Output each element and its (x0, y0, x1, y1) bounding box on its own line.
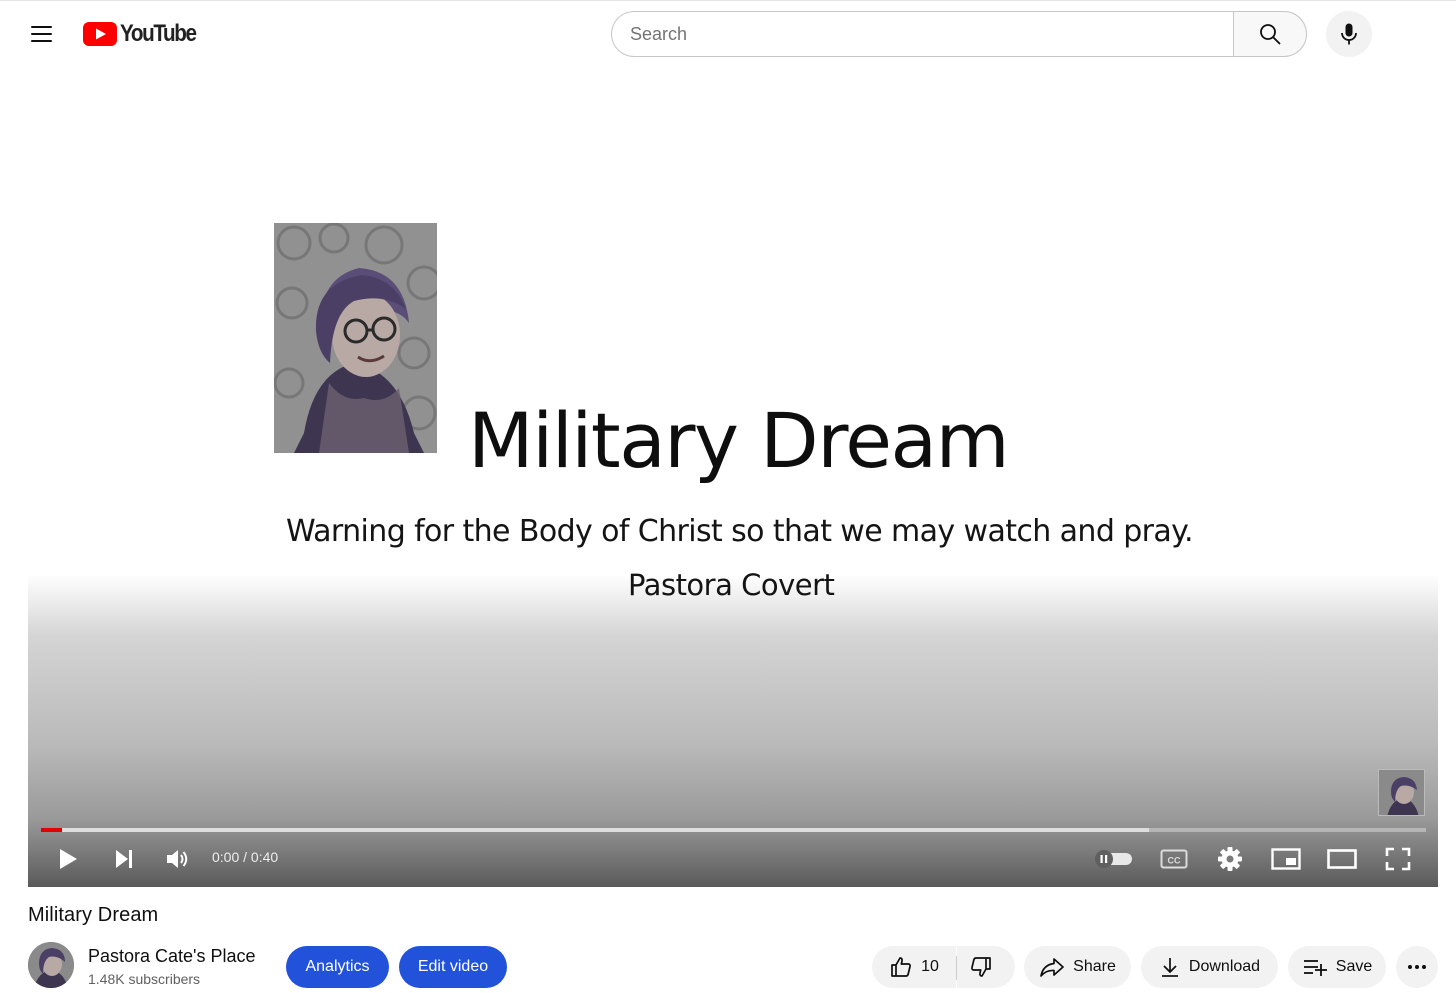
miniplayer-button[interactable] (1268, 839, 1304, 879)
slide-author: Pastora Covert (628, 568, 835, 602)
search-box (611, 11, 1234, 57)
settings-button[interactable] (1212, 839, 1248, 879)
analytics-button[interactable]: Analytics (286, 946, 389, 988)
play-icon (60, 849, 77, 869)
video-title: Military Dream (28, 904, 159, 926)
volume-icon (167, 850, 188, 868)
video-player[interactable]: Military Dream Warning for the Body of C… (28, 66, 1438, 887)
autoplay-toggle[interactable] (1092, 839, 1136, 879)
more-actions-button[interactable] (1396, 946, 1438, 988)
progress-bar[interactable] (41, 828, 1426, 832)
youtube-logo[interactable]: YouTube (83, 20, 208, 47)
time-display: 0:00 / 0:40 (212, 849, 278, 865)
like-count: 10 (921, 958, 939, 975)
settings-gear-icon (1218, 847, 1242, 871)
subscriber-count: 1.48K subscribers (88, 971, 201, 987)
svg-text:CC: CC (1168, 856, 1181, 866)
microphone-icon (1341, 23, 1357, 45)
thumbs-down-icon (971, 957, 991, 977)
next-button[interactable] (106, 839, 142, 879)
thumbs-up-icon (891, 957, 912, 977)
theater-mode-button[interactable] (1324, 839, 1360, 879)
share-label: Share (1073, 958, 1116, 975)
edit-video-button[interactable]: Edit video (399, 946, 507, 988)
search-icon (1260, 24, 1281, 45)
like-button[interactable]: 10 (872, 946, 956, 988)
volume-button[interactable] (160, 839, 196, 879)
fullscreen-button[interactable] (1380, 839, 1416, 879)
channel-avatar[interactable] (28, 942, 74, 988)
fullscreen-icon (1385, 847, 1411, 871)
share-button[interactable]: Share (1024, 946, 1131, 988)
masthead: YouTube (0, 0, 1456, 66)
more-horizontal-icon (1408, 965, 1426, 969)
channel-name[interactable]: Pastora Cate's Place (88, 946, 256, 967)
download-label: Download (1188, 958, 1261, 975)
download-icon (1161, 958, 1178, 977)
time-separator: / (239, 849, 251, 865)
slide-portrait-image (274, 223, 437, 453)
download-button[interactable]: Download (1141, 946, 1278, 988)
next-icon (116, 850, 132, 868)
miniplayer-icon (1271, 848, 1301, 870)
progress-buffered (41, 828, 1149, 832)
share-icon (1040, 958, 1064, 977)
captions-icon: CC (1160, 849, 1188, 869)
save-label: Save (1335, 958, 1373, 975)
search-button[interactable] (1233, 11, 1307, 57)
add-to-playlist-icon (1303, 960, 1327, 976)
hamburger-menu-icon[interactable] (22, 15, 62, 55)
dislike-button[interactable] (957, 946, 1015, 988)
progress-played (41, 828, 62, 832)
slide-title: Military Dream (468, 396, 1010, 485)
search-input[interactable] (630, 12, 1220, 56)
youtube-play-logo-icon (83, 22, 117, 46)
theater-mode-icon (1327, 849, 1357, 869)
save-button[interactable]: Save (1288, 946, 1386, 988)
logo-wordmark: YouTube (120, 20, 197, 47)
autoplay-toggle-icon (1095, 850, 1132, 868)
duration: 0:40 (250, 849, 279, 865)
current-time: 0:00 (212, 849, 240, 865)
play-button[interactable] (50, 839, 86, 879)
voice-search-button[interactable] (1326, 11, 1372, 57)
captions-button[interactable]: CC (1156, 839, 1192, 879)
channel-watermark[interactable] (1378, 769, 1425, 816)
slide-subtitle: Warning for the Body of Christ so that w… (286, 514, 1194, 549)
